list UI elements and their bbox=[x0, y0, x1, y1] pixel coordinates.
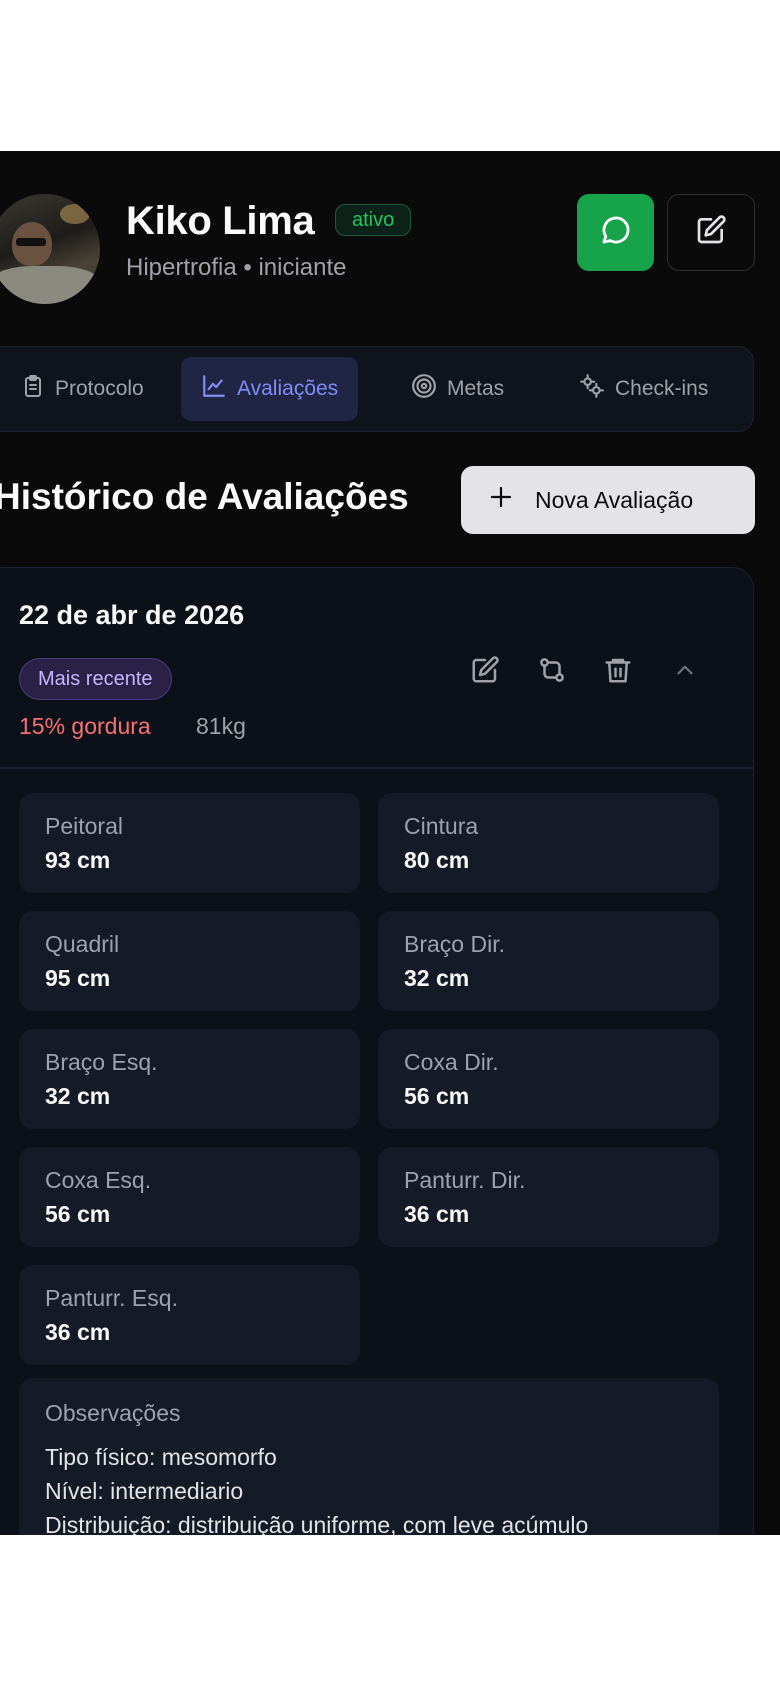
tab-label: Check-ins bbox=[615, 377, 709, 400]
app-screen: Kiko Lima ativo Hipertrofia • iniciante bbox=[0, 151, 780, 1535]
measurement-value: 36 cm bbox=[404, 1201, 470, 1227]
measurement-card: Panturr. Dir. 36 cm bbox=[378, 1147, 719, 1247]
whatsapp-button[interactable] bbox=[577, 194, 654, 271]
measurement-label: Quadril bbox=[45, 931, 120, 957]
section-title: Histórico de Avaliações bbox=[0, 476, 409, 517]
evaluation-date: 22 de abr de 2026 bbox=[19, 600, 245, 630]
measurement-card: Quadril 95 cm bbox=[19, 911, 360, 1011]
evaluation-card: 22 de abr de 2026 Mais recente 15% gordu… bbox=[0, 567, 754, 1535]
measurement-card: Panturr. Esq. 36 cm bbox=[19, 1265, 360, 1365]
measurement-card: Coxa Esq. 56 cm bbox=[19, 1147, 360, 1247]
measurement-label: Braço Esq. bbox=[45, 1049, 158, 1075]
measurement-label: Panturr. Dir. bbox=[404, 1167, 526, 1193]
tab-protocolo[interactable]: Protocolo bbox=[21, 357, 144, 421]
measurement-card: Braço Esq. 32 cm bbox=[19, 1029, 360, 1129]
pencil-square-icon bbox=[470, 655, 500, 690]
weight: 81kg bbox=[196, 713, 246, 739]
compare-evaluation-button[interactable] bbox=[534, 654, 570, 690]
measurement-value: 93 cm bbox=[45, 847, 111, 873]
body-fat: 15% gordura bbox=[19, 713, 151, 739]
measurement-value: 36 cm bbox=[45, 1319, 111, 1345]
new-evaluation-button[interactable]: Nova Avaliação bbox=[461, 466, 755, 534]
measurement-value: 32 cm bbox=[404, 965, 470, 991]
plus-icon bbox=[489, 485, 513, 515]
tab-check-ins[interactable]: Check-ins bbox=[579, 357, 708, 421]
tab-label: Avaliações bbox=[237, 377, 339, 400]
edit-profile-button[interactable] bbox=[667, 194, 755, 271]
git-compare-icon bbox=[537, 655, 567, 690]
tab-label: Protocolo bbox=[55, 377, 144, 400]
gear-icon bbox=[579, 373, 605, 405]
tab-bar: Protocolo Avaliações Metas Check-ins bbox=[0, 346, 754, 432]
measurement-card: Peitoral 93 cm bbox=[19, 793, 360, 893]
notes-line: Nível: intermediario bbox=[45, 1478, 244, 1504]
profile-subtitle: Hipertrofia • iniciante bbox=[126, 254, 347, 281]
profile-name: Kiko Lima bbox=[126, 199, 315, 243]
line-chart-icon bbox=[201, 373, 227, 405]
chevron-up-icon bbox=[672, 657, 698, 688]
measurement-label: Coxa Dir. bbox=[404, 1049, 499, 1075]
tab-metas[interactable]: Metas bbox=[411, 357, 504, 421]
new-evaluation-label: Nova Avaliação bbox=[535, 486, 694, 513]
measurement-card: Braço Dir. 32 cm bbox=[378, 911, 719, 1011]
avatar bbox=[0, 194, 100, 304]
target-icon bbox=[411, 373, 437, 405]
measurement-value: 56 cm bbox=[404, 1083, 470, 1109]
measurement-value: 95 cm bbox=[45, 965, 111, 991]
measurement-label: Coxa Esq. bbox=[45, 1167, 152, 1193]
measurement-label: Panturr. Esq. bbox=[45, 1285, 178, 1311]
notes-line: Distribuição: distribuição uniforme, com… bbox=[45, 1512, 589, 1535]
measurement-value: 80 cm bbox=[404, 847, 470, 873]
recent-badge: Mais recente bbox=[19, 658, 172, 700]
tab-label: Metas bbox=[447, 377, 505, 400]
collapse-button[interactable] bbox=[667, 654, 703, 690]
clipboard-icon bbox=[21, 374, 45, 404]
measurement-card: Cintura 80 cm bbox=[378, 793, 719, 893]
delete-evaluation-button[interactable] bbox=[600, 654, 636, 690]
message-circle-icon bbox=[599, 213, 633, 252]
status-badge: ativo bbox=[335, 204, 412, 236]
divider bbox=[0, 767, 753, 769]
measurement-value: 56 cm bbox=[45, 1201, 111, 1227]
edit-evaluation-button[interactable] bbox=[467, 654, 503, 690]
pencil-square-icon bbox=[695, 214, 727, 251]
notes-line: Tipo físico: mesomorfo bbox=[45, 1444, 277, 1470]
measurement-label: Peitoral bbox=[45, 813, 123, 839]
measurement-card: Coxa Dir. 56 cm bbox=[378, 1029, 719, 1129]
notes-panel: Observações Tipo físico: mesomorfo Nível… bbox=[19, 1378, 719, 1535]
measurement-label: Cintura bbox=[404, 813, 479, 839]
trash-icon bbox=[603, 655, 633, 690]
measurement-label: Braço Dir. bbox=[404, 931, 505, 957]
notes-title: Observações bbox=[45, 1400, 181, 1426]
measurement-value: 32 cm bbox=[45, 1083, 111, 1109]
tab-avaliacoes[interactable]: Avaliações bbox=[181, 357, 359, 421]
